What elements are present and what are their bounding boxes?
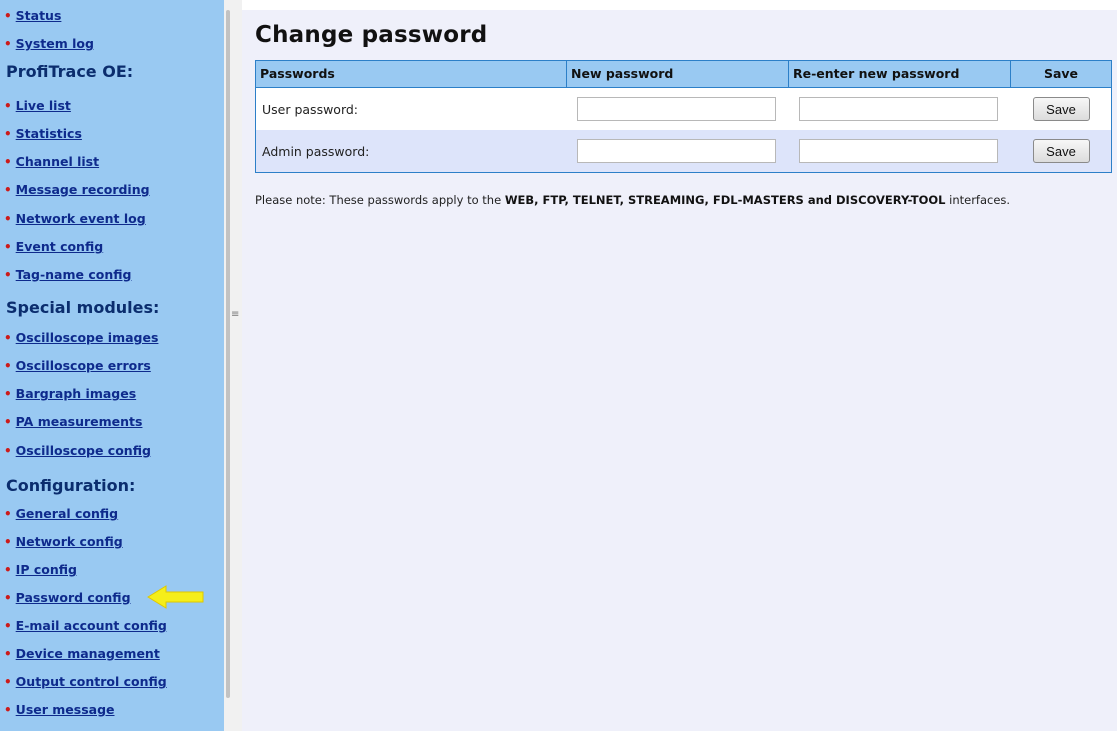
bullet-icon: • — [4, 37, 12, 51]
sidebar-item-label[interactable]: Password config — [16, 590, 131, 605]
sidebar-item-message-recording[interactable]: • Message recording — [4, 181, 150, 199]
section-heading-special-modules: Special modules: — [6, 298, 160, 317]
section-heading-profitrace: ProfiTrace OE: — [6, 62, 134, 81]
table-row: User password: Save — [256, 88, 1111, 130]
note-suffix: interfaces. — [945, 193, 1011, 207]
sidebar-item-label[interactable]: Statistics — [16, 126, 82, 141]
bullet-icon: • — [4, 240, 12, 254]
note-prefix: Please note: These passwords apply to th… — [255, 193, 505, 207]
sidebar-item-label[interactable]: Status — [16, 8, 62, 23]
bullet-icon: • — [4, 675, 12, 689]
bullet-icon: • — [4, 535, 12, 549]
sidebar-item-label[interactable]: Live list — [16, 98, 71, 113]
main-content: Change password Passwords New password R… — [242, 10, 1117, 731]
sidebar-item-password-config[interactable]: • Password config — [4, 589, 131, 607]
sidebar-item-label[interactable]: IP config — [16, 562, 77, 577]
sidebar: • Status • System log ProfiTrace OE: • Live… — [0, 0, 224, 731]
bullet-icon: • — [4, 127, 12, 141]
column-header: Passwords — [256, 61, 567, 87]
sidebar-item-label[interactable]: Oscilloscope config — [16, 443, 151, 458]
bullet-icon: • — [4, 331, 12, 345]
sidebar-item-label[interactable]: E-mail account config — [16, 618, 167, 633]
bullet-icon: • — [4, 415, 12, 429]
sidebar-item-label[interactable]: User message — [16, 702, 115, 717]
sidebar-item-live-list[interactable]: • Live list — [4, 97, 71, 115]
sidebar-item-oscilloscope-config[interactable]: • Oscilloscope config — [4, 442, 151, 460]
sidebar-item-label[interactable]: Message recording — [16, 182, 150, 197]
grip-icon[interactable]: ≡ — [231, 308, 239, 322]
sidebar-item-label[interactable]: Network config — [16, 534, 123, 549]
section-heading-configuration: Configuration: — [6, 476, 136, 495]
bullet-icon: • — [4, 268, 12, 282]
sidebar-item-user-message[interactable]: • User message — [4, 701, 115, 719]
sidebar-item-email-account-config[interactable]: • E-mail account config — [4, 617, 167, 635]
bullet-icon: • — [4, 183, 12, 197]
column-header: Re-enter new password — [789, 61, 1011, 87]
table-row: Admin password: Save — [256, 130, 1111, 172]
sidebar-item-bargraph-images[interactable]: • Bargraph images — [4, 385, 136, 403]
user-new-password-field[interactable] — [577, 97, 776, 121]
sidebar-item-statistics[interactable]: • Statistics — [4, 125, 82, 143]
sidebar-item-label[interactable]: Device management — [16, 646, 160, 661]
sidebar-item-label[interactable]: General config — [16, 506, 118, 521]
sidebar-item-output-control-config[interactable]: • Output control config — [4, 673, 167, 691]
sidebar-item-ip-config[interactable]: • IP config — [4, 561, 77, 579]
save-admin-password-button[interactable]: Save — [1032, 139, 1090, 163]
sidebar-item-tag-name-config[interactable]: • Tag-name config — [4, 266, 131, 284]
sidebar-item-network-event-log[interactable]: • Network event log — [4, 210, 146, 228]
sidebar-item-label[interactable]: Event config — [16, 239, 104, 254]
bullet-icon: • — [4, 591, 12, 605]
save-user-password-button[interactable]: Save — [1032, 97, 1090, 121]
bullet-icon: • — [4, 359, 12, 373]
sidebar-item-label[interactable]: System log — [16, 36, 94, 51]
sidebar-item-pa-measurements[interactable]: • PA measurements — [4, 413, 142, 431]
table-header-row: Passwords New password Re-enter new pass… — [256, 61, 1111, 88]
sidebar-item-label[interactable]: Oscilloscope errors — [16, 358, 151, 373]
admin-password-label: Admin password: — [262, 143, 370, 159]
sidebar-item-label[interactable]: Channel list — [16, 154, 99, 169]
sidebar-item-label[interactable]: Bargraph images — [16, 386, 136, 401]
sidebar-item-label[interactable]: Tag-name config — [16, 267, 132, 282]
bullet-icon: • — [4, 563, 12, 577]
note-interfaces: WEB, FTP, TELNET, STREAMING, FDL-MASTERS… — [504, 193, 946, 207]
sidebar-item-label[interactable]: Oscilloscope images — [16, 330, 159, 345]
bullet-icon: • — [4, 619, 12, 633]
sidebar-item-channel-list[interactable]: • Channel list — [4, 153, 99, 171]
password-table: Passwords New password Re-enter new pass… — [255, 60, 1112, 173]
sidebar-item-system-log[interactable]: • System log — [4, 35, 94, 53]
page-title: Change password — [255, 22, 488, 48]
bullet-icon: • — [4, 444, 12, 458]
bullet-icon: • — [4, 99, 12, 113]
sidebar-item-event-config[interactable]: • Event config — [4, 238, 103, 256]
admin-reenter-password-field[interactable] — [799, 139, 998, 163]
sidebar-item-status[interactable]: • Status — [4, 7, 61, 25]
sidebar-scrollbar[interactable] — [226, 10, 230, 698]
admin-new-password-field[interactable] — [577, 139, 776, 163]
sidebar-item-general-config[interactable]: • General config — [4, 505, 118, 523]
sidebar-item-label[interactable]: PA measurements — [16, 414, 143, 429]
sidebar-item-network-config[interactable]: • Network config — [4, 533, 123, 551]
user-reenter-password-field[interactable] — [799, 97, 998, 121]
bullet-icon: • — [4, 507, 12, 521]
sidebar-item-label[interactable]: Network event log — [16, 211, 146, 226]
bullet-icon: • — [4, 212, 12, 226]
bullet-icon: • — [4, 703, 12, 717]
bullet-icon: • — [4, 9, 12, 23]
user-password-label: User password: — [262, 101, 359, 117]
column-header: New password — [567, 61, 789, 87]
bullet-icon: • — [4, 387, 12, 401]
password-note: Please note: These passwords apply to th… — [255, 193, 1010, 207]
sidebar-item-device-management[interactable]: • Device management — [4, 645, 160, 663]
arrow-left-icon — [147, 585, 204, 609]
sidebar-item-oscilloscope-images[interactable]: • Oscilloscope images — [4, 329, 158, 347]
column-header: Save — [1043, 66, 1079, 81]
sidebar-item-label[interactable]: Output control config — [16, 674, 167, 689]
sidebar-item-oscilloscope-errors[interactable]: • Oscilloscope errors — [4, 357, 151, 375]
bullet-icon: • — [4, 647, 12, 661]
bullet-icon: • — [4, 155, 12, 169]
